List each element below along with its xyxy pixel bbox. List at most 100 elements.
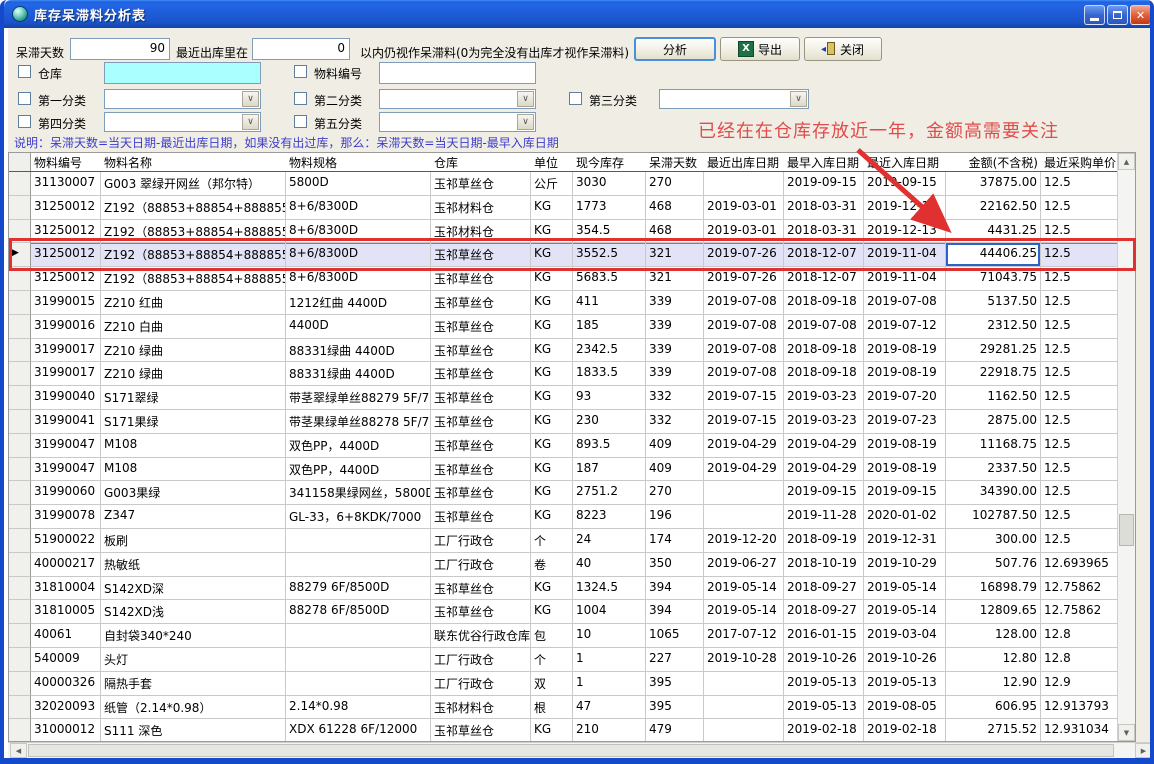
table-cell[interactable]: 8+6/8300D (286, 220, 431, 244)
table-cell[interactable]: 321 (646, 267, 704, 291)
table-cell[interactable]: Z210 绿曲 (101, 362, 286, 386)
table-cell[interactable]: 带茎果绿单丝88278 5F/7300 (286, 410, 431, 434)
table-cell[interactable]: M108 (101, 458, 286, 482)
table-cell[interactable]: 2020-01-02 (864, 505, 946, 529)
table-cell[interactable]: 玉祁草丝仓 (431, 362, 531, 386)
table-cell[interactable]: 40000217 (31, 553, 101, 577)
table-cell[interactable]: KG (531, 339, 573, 363)
table-cell[interactable]: 板刷 (101, 529, 286, 553)
table-cell[interactable]: 210 (573, 719, 646, 741)
table-cell[interactable]: 玉祁材料仓 (431, 696, 531, 720)
table-cell[interactable]: 2019-03-01 (704, 196, 784, 220)
table-cell[interactable]: 2019-09-15 (864, 481, 946, 505)
table-cell[interactable]: 包 (531, 624, 573, 648)
table-cell[interactable]: 2018-09-27 (784, 577, 864, 601)
table-cell[interactable]: 1065 (646, 624, 704, 648)
table-cell[interactable]: 71043.75 (946, 267, 1041, 291)
table-cell[interactable]: 332 (646, 386, 704, 410)
table-cell[interactable]: 1212红曲 4400D (286, 291, 431, 315)
table-cell[interactable]: 5800D (286, 172, 431, 196)
stagnant-days-input[interactable]: 90 (70, 38, 170, 60)
table-cell[interactable]: 2019-05-13 (784, 696, 864, 720)
table-row[interactable]: 31990017Z210 绿曲88331绿曲 4400D玉祁草丝仓KG1833.… (9, 362, 1118, 386)
table-row[interactable]: ▶31250012Z192（88853+88854+888855 带茎8+6/8… (9, 243, 1118, 267)
table-cell[interactable]: 1004 (573, 600, 646, 624)
table-cell[interactable]: 2019-12-13 (864, 220, 946, 244)
table-row[interactable]: 40000326隔热手套工厂行政仓双13952019-05-132019-05-… (9, 672, 1118, 696)
table-cell[interactable]: G003 翠绿开网丝（邦尔特） (101, 172, 286, 196)
table-cell[interactable]: 339 (646, 339, 704, 363)
row-indicator[interactable] (9, 315, 31, 339)
table-cell[interactable]: 270 (646, 172, 704, 196)
table-cell[interactable]: 个 (531, 648, 573, 672)
table-cell[interactable] (286, 553, 431, 577)
table-cell[interactable]: 12.5 (1041, 362, 1118, 386)
table-cell[interactable]: 2018-09-18 (784, 339, 864, 363)
table-cell[interactable]: 2019-11-04 (864, 243, 946, 267)
table-cell[interactable]: 270 (646, 481, 704, 505)
table-cell[interactable]: 394 (646, 600, 704, 624)
table-row[interactable]: 31990017Z210 绿曲88331绿曲 4400D玉祁草丝仓KG2342.… (9, 339, 1118, 363)
table-cell[interactable]: 工厂行政仓 (431, 529, 531, 553)
table-cell[interactable]: 12.5 (1041, 267, 1118, 291)
table-cell[interactable]: 2751.2 (573, 481, 646, 505)
table-cell[interactable]: 31990078 (31, 505, 101, 529)
table-cell[interactable]: 2019-08-19 (864, 362, 946, 386)
column-header[interactable]: 最早入库日期 (784, 153, 864, 171)
table-cell[interactable]: 2018-12-07 (784, 243, 864, 267)
table-cell[interactable]: 2019-07-20 (864, 386, 946, 410)
table-cell[interactable]: 工厂行政仓 (431, 553, 531, 577)
vertical-scrollbar-thumb[interactable] (1119, 514, 1134, 546)
table-row[interactable]: 31990078Z347GL-33，6+8KDK/7000玉祁草丝仓KG8223… (9, 505, 1118, 529)
table-cell[interactable]: KG (531, 434, 573, 458)
table-cell[interactable]: 2019-12-13 (864, 196, 946, 220)
table-cell[interactable]: 37875.00 (946, 172, 1041, 196)
table-cell[interactable] (286, 648, 431, 672)
cat3-checkbox[interactable] (569, 92, 582, 105)
table-cell[interactable]: Z192（88853+88854+888855 带茎 (101, 267, 286, 291)
table-cell[interactable]: 2019-07-23 (864, 410, 946, 434)
table-cell[interactable]: 公斤 (531, 172, 573, 196)
column-header[interactable]: 金额(不含税) (946, 153, 1041, 171)
row-indicator[interactable] (9, 648, 31, 672)
table-cell[interactable]: 2017-07-12 (704, 624, 784, 648)
table-cell[interactable]: 2019-05-13 (864, 672, 946, 696)
row-indicator[interactable] (9, 196, 31, 220)
chevron-down-icon[interactable]: ∨ (517, 114, 534, 130)
table-cell[interactable]: 409 (646, 434, 704, 458)
row-indicator[interactable] (9, 386, 31, 410)
table-row[interactable]: 31990040S171翠绿带茎翠绿单丝88279 5F/7300玉祁草丝仓KG… (9, 386, 1118, 410)
scroll-up-button[interactable]: ▲ (1118, 153, 1135, 170)
table-row[interactable]: 540009头灯工厂行政仓个12272019-10-282019-10-2620… (9, 648, 1118, 672)
table-cell[interactable]: KG (531, 267, 573, 291)
table-cell[interactable]: S171翠绿 (101, 386, 286, 410)
table-cell[interactable]: 工厂行政仓 (431, 648, 531, 672)
table-cell[interactable]: 31990041 (31, 410, 101, 434)
table-cell[interactable]: 411 (573, 291, 646, 315)
table-cell[interactable]: 头灯 (101, 648, 286, 672)
horizontal-scrollbar-thumb[interactable] (28, 744, 1114, 757)
table-cell[interactable]: 2019-07-08 (704, 339, 784, 363)
cat2-select[interactable]: ∨ (379, 89, 536, 109)
table-cell[interactable]: 185 (573, 315, 646, 339)
table-cell[interactable]: 31990040 (31, 386, 101, 410)
table-cell[interactable]: 2019-06-27 (704, 553, 784, 577)
table-cell[interactable]: KG (531, 458, 573, 482)
table-cell[interactable]: 2019-12-31 (864, 529, 946, 553)
row-indicator[interactable] (9, 696, 31, 720)
table-cell[interactable]: 2019-04-29 (704, 458, 784, 482)
row-indicator[interactable] (9, 267, 31, 291)
table-row[interactable]: 32020093纸管（2.14*0.98）2.14*0.98玉祁材料仓根4739… (9, 696, 1118, 720)
table-cell[interactable]: 8+6/8300D (286, 243, 431, 267)
column-header[interactable]: 仓库 (431, 153, 531, 171)
table-cell[interactable]: 2019-05-13 (784, 672, 864, 696)
table-cell[interactable]: 88279 6F/8500D (286, 577, 431, 601)
table-cell[interactable]: 12.5 (1041, 386, 1118, 410)
table-cell[interactable]: KG (531, 196, 573, 220)
table-cell[interactable]: 玉祁草丝仓 (431, 505, 531, 529)
row-indicator[interactable] (9, 291, 31, 315)
cat1-checkbox[interactable] (18, 92, 31, 105)
table-cell[interactable]: 2019-07-26 (704, 243, 784, 267)
table-row[interactable]: 31810005S142XD浅88278 6F/8500D玉祁草丝仓KG1004… (9, 600, 1118, 624)
table-row[interactable]: 31990015Z210 红曲1212红曲 4400D玉祁草丝仓KG411339… (9, 291, 1118, 315)
